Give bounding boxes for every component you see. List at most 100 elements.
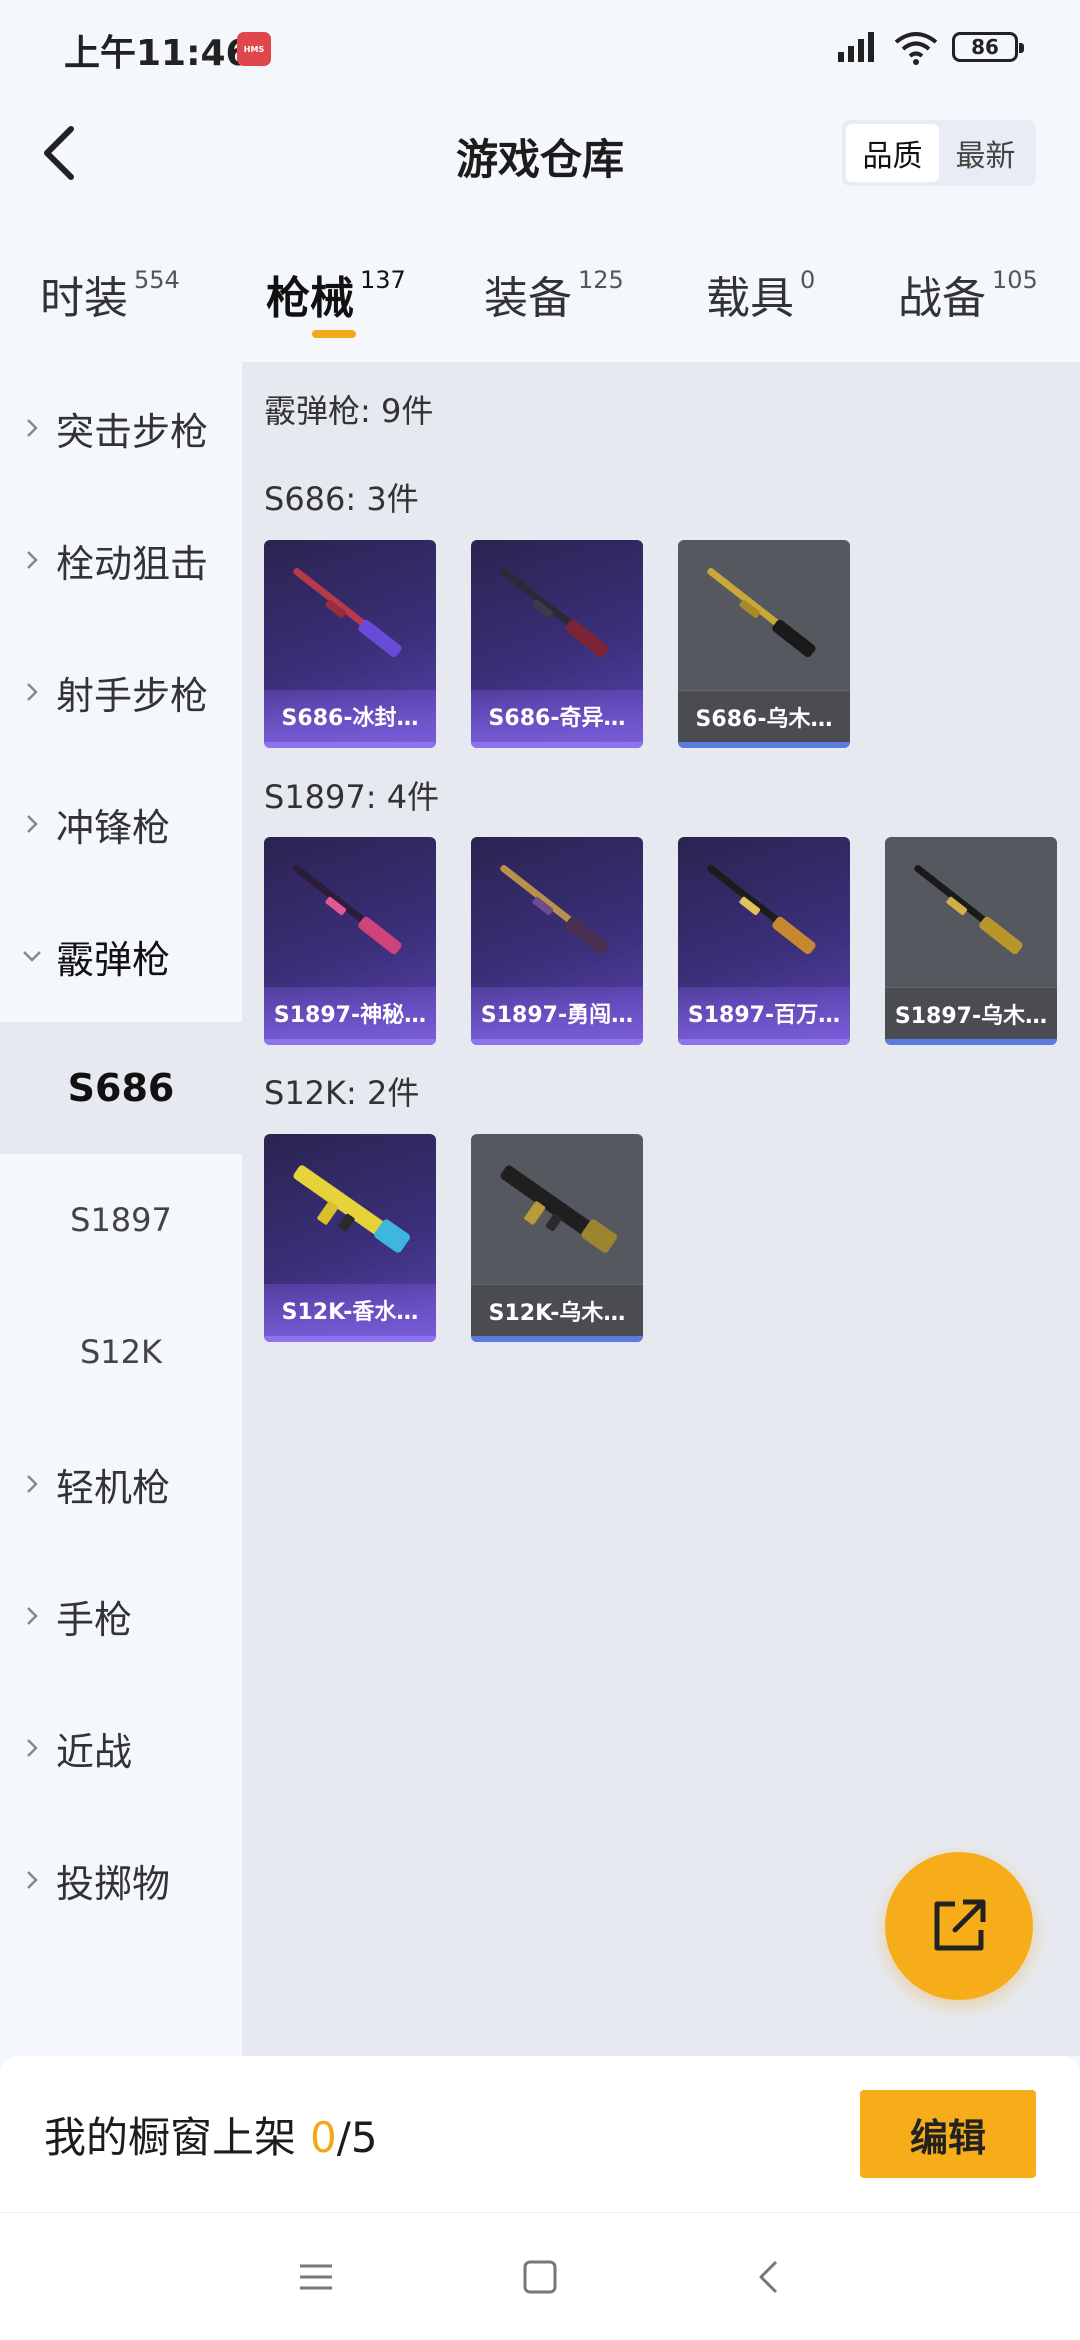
item-card[interactable]: S686-乌木… (678, 540, 850, 748)
shotgun-icon (500, 864, 609, 955)
rifle-icon (500, 1165, 617, 1253)
item-card[interactable]: S1897-勇闯… (471, 837, 643, 1045)
tab-count: 137 (360, 266, 406, 294)
showcase-current-count: 0 (310, 2113, 337, 2162)
item-name: S686-冰封… (264, 690, 436, 742)
item-card[interactable]: S686-冰封… (264, 540, 436, 748)
rarity-strip (471, 742, 643, 748)
item-list[interactable]: 霰弹枪: 9件 S686: 3件 S686-冰封… S686-奇异… S686-… (242, 362, 1080, 2056)
showcase-bar: 我的橱窗上架 0/5 编辑 (0, 2056, 1080, 2212)
edit-button[interactable]: 编辑 (860, 2090, 1036, 2178)
system-nav-bar (0, 2212, 1080, 2340)
item-name: S1897-乌木… (885, 987, 1057, 1039)
sidebar-item-assault-rifle[interactable]: 突击步枪 (0, 362, 242, 494)
tab-vehicles[interactable]: 载具 0 (706, 262, 815, 326)
sidebar-item-lmg[interactable]: 轻机枪 (0, 1418, 242, 1550)
sidebar-item-pistol[interactable]: 手枪 (0, 1550, 242, 1682)
sidebar-item-label: 轻机枪 (56, 1465, 171, 1510)
tab-label: 装备 (484, 273, 572, 324)
chevron-right-icon (27, 419, 38, 437)
wifi-icon (894, 32, 938, 65)
chevron-right-icon (27, 815, 38, 833)
rarity-strip (471, 1336, 643, 1342)
sidebar-item-shotgun[interactable]: 霰弹枪 (0, 890, 242, 1022)
battery-level: 86 (971, 35, 999, 59)
sidebar-item-label: 手枪 (56, 1597, 133, 1642)
shotgun-icon (500, 567, 609, 658)
category-title: 霰弹枪: 9件 (264, 392, 434, 430)
rarity-strip (264, 1039, 436, 1045)
shotgun-icon (707, 864, 816, 955)
sidebar-item-bolt-sniper[interactable]: 栓动狙击 (0, 494, 242, 626)
nav-menu-button[interactable] (286, 2247, 346, 2307)
item-card[interactable]: S686-奇异… (471, 540, 643, 748)
tab-label: 枪械 (266, 273, 354, 324)
rarity-strip (471, 1039, 643, 1045)
shotgun-icon (914, 864, 1023, 955)
sidebar-subitem-s1897[interactable]: S1897 (0, 1154, 242, 1286)
item-name: S686-奇异… (471, 690, 643, 742)
chevron-down-icon (23, 951, 41, 962)
battery-icon: 86 (952, 32, 1024, 62)
sidebar-subitem-s686[interactable]: S686 (0, 1022, 242, 1154)
hms-badge: HMS (237, 32, 271, 66)
sidebar-item-label: 冲锋枪 (56, 805, 171, 850)
item-name: S1897-神秘… (264, 987, 436, 1039)
item-card[interactable]: S1897-乌木… (885, 837, 1057, 1045)
showcase-label-text: 我的橱窗上架 (44, 2113, 297, 2162)
chevron-right-icon (27, 1871, 38, 1889)
tab-equipment[interactable]: 装备 125 (484, 262, 624, 326)
tab-supplies[interactable]: 战备 105 (898, 262, 1038, 326)
rarity-strip (264, 742, 436, 748)
menu-icon (300, 2264, 332, 2290)
item-name: S12K-香水… (264, 1284, 436, 1336)
shotgun-icon (707, 567, 816, 658)
sidebar-item-label: 近战 (56, 1729, 133, 1774)
showcase-label: 我的橱窗上架 0/5 (44, 2104, 378, 2165)
tab-fashion[interactable]: 时装 554 (40, 262, 180, 326)
item-name: S1897-勇闯… (471, 987, 643, 1039)
chevron-right-icon (27, 683, 38, 701)
status-bar: 上午11:46 HMS 86 (0, 0, 1080, 96)
item-card[interactable]: S12K-香水… (264, 1134, 436, 1342)
share-external-icon (934, 1899, 986, 1951)
active-tab-indicator (312, 330, 356, 338)
sidebar-item-label: 霰弹枪 (56, 937, 171, 982)
status-time: 上午11:46 (64, 33, 251, 74)
sidebar-item-throwable[interactable]: 投掷物 (0, 1814, 242, 1946)
rarity-strip (885, 1039, 1057, 1045)
home-square-icon (523, 2260, 557, 2294)
group-title: S1897: 4件 (264, 778, 440, 816)
sidebar-subitem-s12k[interactable]: S12K (0, 1286, 242, 1418)
back-triangle-icon (759, 2260, 778, 2294)
sidebar-item-smg[interactable]: 冲锋枪 (0, 758, 242, 890)
item-card[interactable]: S12K-乌木… (471, 1134, 643, 1342)
group-title: S12K: 2件 (264, 1074, 420, 1112)
shotgun-icon (293, 864, 402, 955)
share-button[interactable] (885, 1852, 1033, 2000)
item-name: S686-乌木… (678, 690, 850, 742)
sort-option-newest[interactable]: 最新 (939, 124, 1032, 182)
rarity-strip (264, 1336, 436, 1342)
nav-back-button[interactable] (738, 2247, 798, 2307)
tab-count: 554 (134, 266, 180, 294)
chevron-right-icon (27, 1739, 38, 1757)
group-title: S686: 3件 (264, 480, 419, 518)
item-name: S12K-乌木… (471, 1284, 643, 1336)
header: 游戏仓库 品质 最新 (0, 96, 1080, 212)
tab-firearms[interactable]: 枪械 137 (266, 262, 406, 326)
chevron-right-icon (27, 1475, 38, 1493)
tab-count: 125 (578, 266, 624, 294)
sidebar-item-melee[interactable]: 近战 (0, 1682, 242, 1814)
tab-label: 时装 (40, 273, 128, 324)
sort-option-quality[interactable]: 品质 (846, 124, 939, 182)
shotgun-icon (293, 567, 402, 658)
category-tabs: 时装 554 枪械 137 装备 125 载具 0 战备 105 (0, 250, 1080, 360)
chevron-right-icon (27, 551, 38, 569)
item-card[interactable]: S1897-神秘… (264, 837, 436, 1045)
showcase-separator: / (336, 2113, 351, 2162)
nav-home-button[interactable] (510, 2247, 570, 2307)
sidebar-item-dmr[interactable]: 射手步枪 (0, 626, 242, 758)
item-card[interactable]: S1897-百万… (678, 837, 850, 1045)
sort-toggle: 品质 最新 (842, 120, 1036, 186)
